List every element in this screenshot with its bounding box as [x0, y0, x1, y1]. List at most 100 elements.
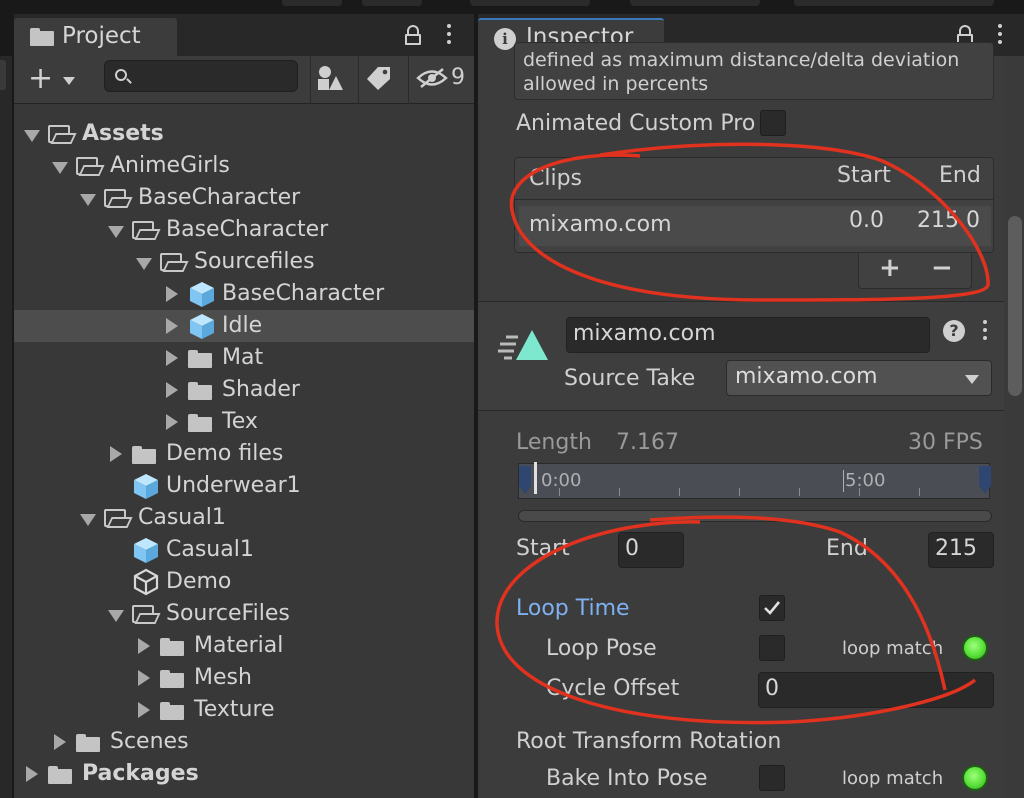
- animated-custom-properties-checkbox[interactable]: [760, 110, 786, 136]
- inspector-scrollbar-thumb[interactable]: [1008, 216, 1022, 396]
- tree-item[interactable]: Mat: [14, 342, 474, 374]
- toolbar-button-stub[interactable]: [362, 0, 422, 6]
- tab-project-label: Project: [62, 23, 141, 49]
- model-prefab-icon: [134, 474, 158, 499]
- remove-clip-button[interactable]: −: [931, 253, 953, 283]
- clip-name-field[interactable]: mixamo.com: [566, 317, 930, 353]
- label-tag-icon[interactable]: [366, 65, 392, 91]
- help-icon[interactable]: ?: [943, 320, 965, 342]
- expand-arrow-right-icon[interactable]: [166, 382, 178, 398]
- clip-settings-header: mixamo.com ? Source Take mixamo.com: [478, 301, 1004, 411]
- source-take-dropdown[interactable]: mixamo.com: [726, 360, 992, 396]
- search-input[interactable]: [135, 63, 293, 89]
- folder-open-icon: [76, 157, 105, 176]
- tree-item[interactable]: Underwear1: [14, 470, 474, 502]
- hidden-packages-icon[interactable]: [416, 67, 448, 89]
- source-take-label: Source Take: [564, 366, 696, 391]
- clips-header-name: Clips: [529, 166, 583, 191]
- tree-item[interactable]: BaseCharacter: [14, 214, 474, 246]
- kebab-menu-icon[interactable]: [997, 24, 1003, 46]
- expand-arrow-right-icon[interactable]: [138, 670, 150, 686]
- tab-project[interactable]: Project: [14, 18, 177, 56]
- expand-arrow-right-icon[interactable]: [26, 766, 38, 782]
- tree-item[interactable]: Mesh: [14, 662, 474, 694]
- create-button[interactable]: +: [28, 63, 78, 97]
- cycle-offset-field[interactable]: 0: [758, 672, 994, 708]
- tree-item[interactable]: BaseCharacter: [14, 278, 474, 310]
- end-label: End: [826, 536, 868, 561]
- clip-name-value: mixamo.com: [573, 321, 716, 346]
- fps-value: 30 FPS: [908, 430, 983, 455]
- tree-item[interactable]: Tex: [14, 406, 474, 438]
- left-edge-button[interactable]: [0, 60, 6, 90]
- expand-arrow-right-icon[interactable]: [166, 286, 178, 302]
- cycle-offset-label: Cycle Offset: [546, 676, 680, 701]
- expand-arrow-right-icon[interactable]: [138, 638, 150, 654]
- lock-icon[interactable]: [405, 25, 421, 45]
- search-field[interactable]: [104, 60, 298, 92]
- toolbar-button-stub[interactable]: [470, 0, 590, 6]
- expand-arrow-down-icon[interactable]: [52, 162, 68, 174]
- expand-arrow-down-icon[interactable]: [108, 226, 124, 238]
- model-prefab-icon: [134, 538, 158, 563]
- loop-pose-checkbox[interactable]: [759, 635, 785, 661]
- tree-item[interactable]: SourceFiles: [14, 598, 474, 630]
- inspector-scrollbar[interactable]: [1004, 56, 1024, 798]
- tree-item[interactable]: Demo files: [14, 438, 474, 470]
- clip-row[interactable]: mixamo.com 0.0 215.0: [519, 206, 991, 246]
- divider: [310, 56, 311, 104]
- tree-item-label: Sourcefiles: [194, 249, 315, 274]
- loop-match-indicator-icon: [962, 765, 988, 791]
- expand-arrow-down-icon[interactable]: [80, 514, 96, 526]
- expand-arrow-right-icon[interactable]: [166, 414, 178, 430]
- tree-item[interactable]: Idle: [14, 310, 474, 342]
- kebab-menu-icon[interactable]: [446, 24, 452, 46]
- loop-match-label: loop match: [842, 768, 944, 789]
- tree-item[interactable]: Casual1: [14, 502, 474, 534]
- start-field[interactable]: 0: [618, 532, 684, 568]
- expand-arrow-down-icon[interactable]: [24, 130, 40, 142]
- tree-item[interactable]: Assets: [14, 118, 474, 150]
- expand-arrow-down-icon[interactable]: [108, 610, 124, 622]
- expand-arrow-right-icon[interactable]: [110, 446, 122, 462]
- tree-item[interactable]: Sourcefiles: [14, 246, 474, 278]
- tree-item-label: Packages: [82, 761, 199, 786]
- tree-item[interactable]: Scenes: [14, 726, 474, 758]
- add-clip-button[interactable]: +: [879, 253, 901, 283]
- tree-item[interactable]: BaseCharacter: [14, 182, 474, 214]
- folder-icon: [132, 446, 156, 464]
- toolbar-button-stub[interactable]: [282, 0, 342, 6]
- timeline-range-slider[interactable]: [518, 510, 992, 522]
- bake-into-pose-checkbox[interactable]: [759, 765, 785, 791]
- end-field[interactable]: 215: [928, 532, 994, 568]
- tree-item-label: Demo: [166, 569, 232, 594]
- search-icon: [115, 69, 127, 81]
- tree-item[interactable]: Material: [14, 630, 474, 662]
- kebab-menu-icon[interactable]: [982, 320, 988, 342]
- chevron-down-icon: [63, 77, 75, 85]
- search-by-type-icon[interactable]: [316, 64, 344, 92]
- expand-arrow-right-icon[interactable]: [166, 318, 178, 334]
- tree-item[interactable]: Packages: [14, 758, 474, 790]
- toolbar-button-stub[interactable]: [630, 0, 760, 6]
- expand-arrow-down-icon[interactable]: [80, 194, 96, 206]
- toolbar-button-stub[interactable]: [794, 0, 994, 6]
- expand-arrow-right-icon[interactable]: [138, 702, 150, 718]
- timeline-playhead[interactable]: [534, 462, 537, 494]
- timeline[interactable]: 0:00 5:00: [518, 462, 991, 499]
- tree-item[interactable]: AnimeGirls: [14, 150, 474, 182]
- timeline-end-handle[interactable]: [979, 466, 991, 494]
- tree-item-label: AnimeGirls: [110, 153, 230, 178]
- folder-open-icon: [132, 221, 161, 240]
- expand-arrow-down-icon[interactable]: [136, 258, 152, 270]
- tree-item[interactable]: Casual1: [14, 534, 474, 566]
- timeline-start-handle[interactable]: [519, 466, 531, 494]
- expand-arrow-right-icon[interactable]: [166, 350, 178, 366]
- tree-item[interactable]: Shader: [14, 374, 474, 406]
- tree-item[interactable]: Texture: [14, 694, 474, 726]
- tree-item[interactable]: Demo: [14, 566, 474, 598]
- expand-arrow-right-icon[interactable]: [54, 734, 66, 750]
- loop-time-checkbox[interactable]: [759, 595, 785, 621]
- tree-item-label: Mesh: [194, 665, 252, 690]
- folder-open-icon: [48, 125, 77, 144]
